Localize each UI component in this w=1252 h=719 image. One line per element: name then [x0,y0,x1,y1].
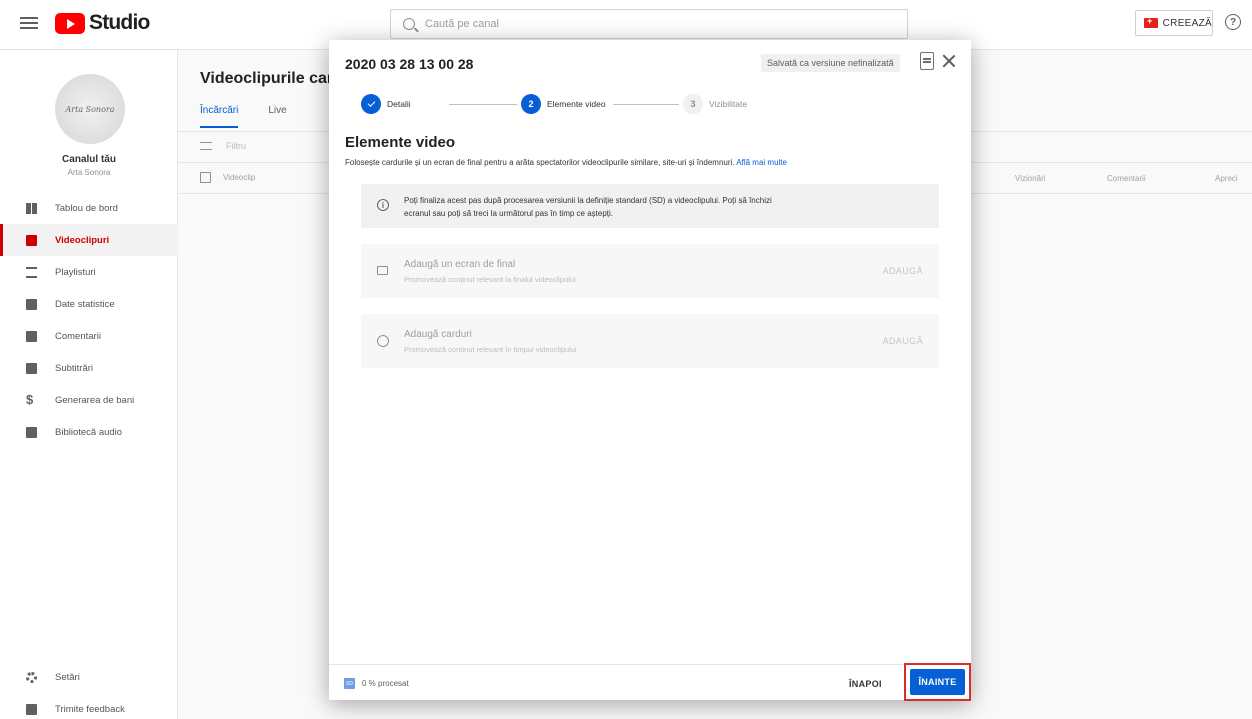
channel-name: Arta Sonora [67,168,111,177]
step-connector [613,104,679,105]
step-visibility[interactable]: 3 Vizibilitate [683,94,747,114]
youtube-logo-icon [55,12,85,34]
subtitles-icon [26,362,37,374]
section-description-text: Folosește cardurile și un ecran de final… [345,158,735,167]
analytics-icon [26,298,37,310]
next-button[interactable]: ÎNAINTE [910,669,965,695]
sidebar-item-comments[interactable]: Comentarii [0,320,178,352]
info-icon: i [377,199,389,211]
playlist-icon [26,266,37,278]
step-connector [449,104,517,105]
sidebar-nav: Tablou de bord Videoclipuri Playlisturi … [0,192,178,448]
studio-logo[interactable]: Studio [55,11,150,35]
channel-title: Canalul tău [62,154,116,165]
end-screen-icon [377,266,388,275]
sidebar-item-dashboard[interactable]: Tablou de bord [0,192,178,224]
add-cards-button[interactable]: ADAUGĂ [883,336,923,346]
next-button-highlight: ÎNAINTE [904,663,971,701]
channel-avatar[interactable]: Arta Sonora [55,74,125,144]
cards-card: Adaugă carduri Promovează conținut relev… [361,314,939,368]
sidebar-item-label: Comentarii [55,330,101,342]
add-end-screen-button[interactable]: ADAUGĂ [883,266,923,276]
step-label: Vizibilitate [709,99,748,109]
hamburger-menu-icon[interactable] [20,14,38,32]
sidebar-item-playlists[interactable]: Playlisturi [0,256,178,288]
dashboard-icon [26,202,37,214]
info-icon [377,335,389,347]
back-button[interactable]: ÎNAPOI [849,679,882,689]
processing-info-box: i Poți finaliza acest pas după procesare… [361,184,939,228]
sidebar-item-label: Tablou de bord [55,202,118,214]
card-title: Adaugă carduri [404,329,472,340]
sidebar-item-monetization[interactable]: $ Generarea de bani [0,384,178,416]
step-label: Detalii [387,99,411,109]
audio-library-icon [26,426,37,438]
feedback-icon [26,703,37,715]
sidebar-item-settings[interactable]: Setări [0,661,178,693]
sidebar-item-label: Videoclipuri [55,234,110,246]
close-icon[interactable] [942,54,956,68]
step-video-elements[interactable]: 2 Elemente video [521,94,606,114]
sidebar-bottom-nav: Setări Trimite feedback [0,661,178,719]
draft-saved-badge: Salvată ca versiune nefinalizată [761,54,900,72]
dialog-title: 2020 03 28 13 00 28 [345,56,474,72]
sidebar-item-label: Date statistice [55,298,115,310]
sidebar-item-label: Generarea de bani [55,394,135,406]
logo-text: Studio [89,11,150,34]
search-icon[interactable] [403,18,415,30]
sidebar-item-videos[interactable]: Videoclipuri [0,224,178,256]
comment-icon [26,330,37,342]
create-video-icon [1144,16,1158,28]
gear-icon [26,671,37,683]
info-text: Poți finaliza acest pas după procesarea … [404,194,884,220]
sidebar-item-send-feedback[interactable]: Trimite feedback [0,693,178,719]
upload-dialog: 2020 03 28 13 00 28 Salvată ca versiune … [329,40,971,701]
end-screen-card: Adaugă un ecran de final Promovează conț… [361,244,939,298]
sidebar-item-label: Setări [55,671,80,683]
sd-badge-icon: SD [344,678,355,689]
create-button[interactable]: CREEAZĂ [1135,10,1213,36]
sidebar-item-label: Playlisturi [55,266,96,278]
info-text-line: ecranul sau poți să treci la următorul p… [404,209,613,218]
processing-status: 0 % procesat [362,679,409,688]
step-number: 3 [683,94,703,114]
sidebar-item-audio-library[interactable]: Bibliotecă audio [0,416,178,448]
search-input[interactable] [425,18,825,30]
card-subtitle: Promovează conținut relevant la finalul … [404,275,576,284]
help-icon[interactable]: ? [1225,14,1241,30]
step-details[interactable]: Detalii [361,94,411,114]
dialog-footer: SD 0 % procesat ÎNAPOI ÎNAINTE [329,663,971,701]
sidebar-item-label: Trimite feedback [55,703,125,715]
channel-avatar-text: Arta Sonora [65,104,115,114]
sidebar-item-label: Bibliotecă audio [55,426,123,438]
sidebar-item-label: Subtitrări [55,362,94,374]
learn-more-link[interactable]: Află mai multe [736,158,787,167]
check-icon [361,94,381,114]
info-text-line: Poți finaliza acest pas după procesarea … [404,196,772,205]
dollar-icon: $ [26,392,34,407]
section-description: Folosește cardurile și un ecran de final… [345,158,787,167]
card-subtitle: Promovează conținut relevant în timpul v… [404,345,577,354]
step-label: Elemente video [547,99,606,109]
upload-stepper: Detalii 2 Elemente video 3 Vizibilitate [361,94,761,114]
step-number: 2 [521,94,541,114]
sidebar: Arta Sonora Canalul tău Arta Sonora Tabl… [0,50,178,719]
report-feedback-icon[interactable] [920,52,934,70]
video-icon [26,234,37,246]
sidebar-item-analytics[interactable]: Date statistice [0,288,178,320]
create-label: CREEAZĂ [1162,17,1212,29]
section-title: Elemente video [345,134,456,151]
search-bar[interactable] [390,9,908,39]
sidebar-item-subtitles[interactable]: Subtitrări [0,352,178,384]
card-title: Adaugă un ecran de final [404,259,516,270]
